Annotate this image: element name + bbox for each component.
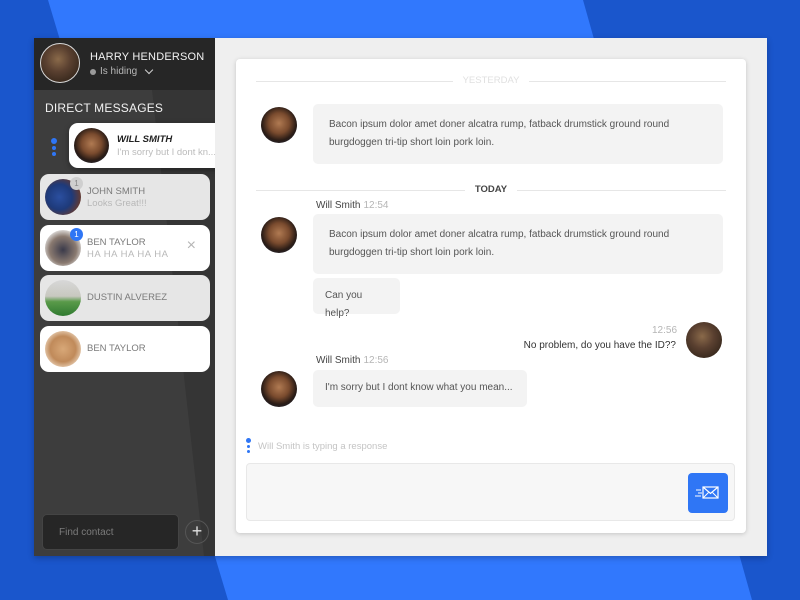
own-message-text: No problem, do you have the ID??	[523, 340, 676, 351]
send-mail-icon	[695, 486, 719, 499]
message-composer	[246, 463, 735, 521]
chat-app-window: HARRY HENDERSON Is hiding DIRECT MESSAGE…	[34, 38, 767, 556]
close-icon[interactable]: ×	[187, 238, 196, 254]
message-bubble: Can you help?	[313, 278, 400, 319]
profile-status-dropdown[interactable]: Is hiding	[90, 65, 154, 77]
contact-name: DUSTIN ALVEREZ	[87, 292, 168, 303]
profile-header[interactable]: HARRY HENDERSON Is hiding	[34, 38, 215, 90]
message-input[interactable]	[247, 464, 677, 520]
contact-name: BEN TAYLOR	[87, 237, 146, 248]
contact-name: WILL SMITH	[117, 134, 173, 145]
active-indicator-icon	[51, 138, 57, 158]
contact-last-message: HA HA HA HA HA	[87, 249, 169, 260]
unread-badge: 1	[70, 177, 83, 190]
message-sender: Will Smith 12:56	[316, 355, 388, 366]
status-label: Is hiding	[100, 66, 138, 77]
unread-badge: 1	[70, 228, 83, 241]
conversation-card: YESTERDAY Bacon ipsum dolor amet doner a…	[236, 59, 746, 533]
message-bubble: Bacon ipsum dolor amet doner alcatra rum…	[313, 104, 723, 164]
sender-name: Will Smith	[316, 355, 361, 366]
message-bubble: Bacon ipsum dolor amet doner alcatra rum…	[313, 214, 723, 274]
chevron-down-icon	[145, 65, 154, 75]
contact-name: JOHN SMITH	[87, 186, 146, 197]
sidebar: HARRY HENDERSON Is hiding DIRECT MESSAGE…	[34, 38, 239, 556]
contact-item-ben-taylor[interactable]: 1 BEN TAYLOR HA HA HA HA HA ×	[40, 225, 210, 271]
sender-name: Will Smith	[316, 200, 361, 211]
add-contact-button[interactable]: +	[185, 520, 209, 544]
contact-last-message: Looks Great!!!	[87, 198, 147, 209]
contact-avatar	[74, 128, 109, 163]
own-avatar	[686, 322, 722, 358]
direct-messages-heading: DIRECT MESSAGES	[45, 101, 164, 115]
find-contact-input[interactable]	[42, 514, 179, 550]
date-divider-today: TODAY	[256, 184, 726, 196]
divider-label: YESTERDAY	[452, 75, 530, 86]
typing-indicator: Will Smith is typing a response	[258, 441, 388, 452]
contact-item-john-smith[interactable]: 1 JOHN SMITH Looks Great!!!	[40, 174, 210, 220]
sender-avatar	[261, 107, 297, 143]
contact-item-dustin-alverez[interactable]: DUSTIN ALVEREZ	[40, 275, 210, 321]
profile-name: HARRY HENDERSON	[90, 51, 205, 63]
send-button[interactable]	[688, 473, 728, 513]
message-time: 12:56	[363, 355, 389, 366]
profile-avatar[interactable]	[40, 43, 80, 83]
date-divider-yesterday: YESTERDAY	[256, 75, 726, 87]
message-sender: Will Smith 12:54	[316, 200, 388, 211]
message-time: 12:54	[363, 200, 389, 211]
chat-main: YESTERDAY Bacon ipsum dolor amet doner a…	[215, 38, 767, 556]
contact-item-will-smith[interactable]: WILL SMITH I'm sorry but I dont kn...	[69, 123, 239, 168]
contact-item-ben-taylor-2[interactable]: BEN TAYLOR	[40, 326, 210, 372]
message-time: 12:56	[652, 325, 678, 336]
message-bubble: I'm sorry but I dont know what you mean.…	[313, 370, 527, 407]
typing-indicator-icon	[246, 438, 251, 455]
status-dot-icon	[90, 68, 96, 75]
contact-avatar	[45, 331, 81, 367]
contact-last-message: I'm sorry but I dont kn...	[117, 147, 216, 158]
sender-avatar	[261, 217, 297, 253]
contact-name: BEN TAYLOR	[87, 343, 146, 354]
sender-avatar	[261, 371, 297, 407]
divider-label: TODAY	[464, 184, 518, 195]
contact-avatar	[45, 280, 81, 316]
